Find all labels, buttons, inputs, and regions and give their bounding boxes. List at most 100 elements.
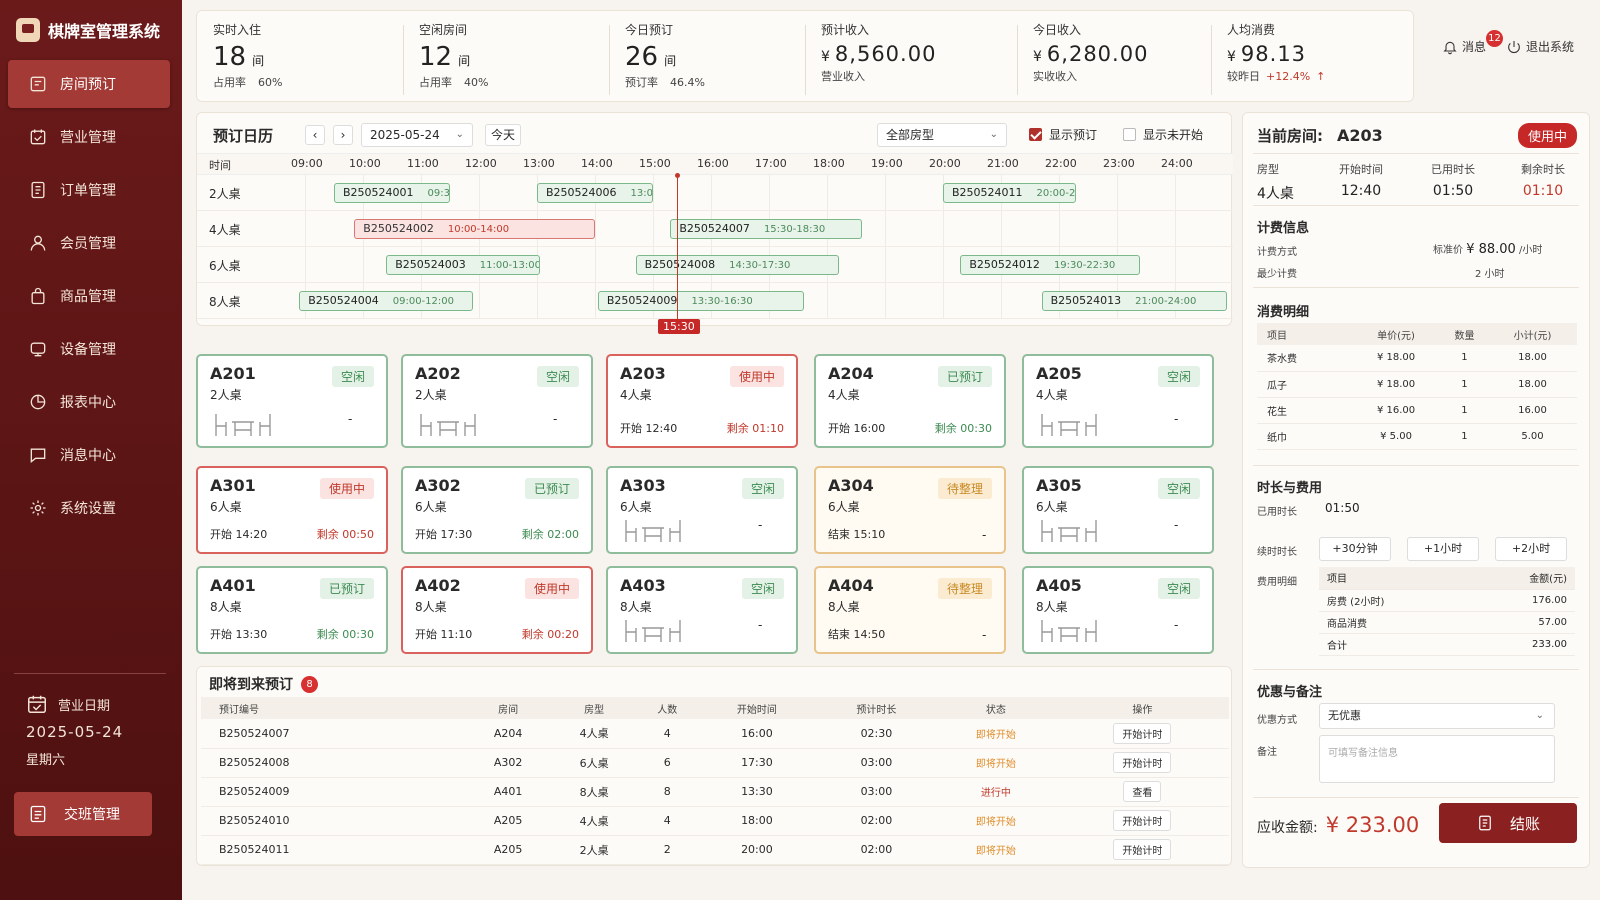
room-card[interactable]: A403 8人桌 空闲 - — [606, 566, 798, 654]
sidebar-item-7[interactable]: 消息中心 — [8, 431, 170, 479]
min-charge-label: 最少计费 — [1257, 269, 1297, 280]
hour-label: 15:00 — [639, 157, 671, 170]
sidebar-item-0[interactable]: 房间预订 — [8, 60, 170, 108]
booking-block[interactable]: B250524003 11:00-13:00 — [386, 255, 540, 275]
room-card[interactable]: A202 2人桌 空闲 - — [401, 354, 593, 448]
booking-time: 13:30-16:30 — [691, 296, 753, 307]
column-header: 金额(元) — [1466, 567, 1575, 590]
room-type-select[interactable]: 全部房型 ⌄ — [877, 123, 1007, 147]
order-icon — [28, 180, 48, 200]
room-name: A401 — [210, 576, 256, 595]
room-card[interactable]: A305 6人桌 空闲 - — [1022, 466, 1214, 554]
bell-icon — [1443, 41, 1457, 54]
booking-time: 14:30-17:30 — [729, 260, 791, 271]
row-action-button[interactable]: 开始计时 — [1113, 839, 1172, 860]
logout-button[interactable]: 退出系统 — [1506, 38, 1574, 55]
room-card[interactable]: A404 8人桌 待整理 结束 14:50 - — [814, 566, 1006, 654]
table-chairs-icon — [212, 408, 274, 438]
gear-icon — [28, 498, 48, 518]
extend-1h-button[interactable]: +1小时 — [1407, 537, 1479, 561]
booking-block[interactable]: B250524009 13:30-16:30 — [597, 291, 804, 311]
extend-30min-button[interactable]: +30分钟 — [1319, 537, 1391, 561]
show-unstarted-checkbox[interactable]: 显示未开始 — [1123, 126, 1203, 143]
table-cell: 8人桌 — [550, 777, 638, 807]
sidebar-item-1[interactable]: 营业管理 — [8, 113, 170, 161]
booking-block[interactable]: B250524007 15:30-18:30 — [670, 219, 862, 239]
next-day-button[interactable]: › — [333, 125, 353, 145]
booking-block[interactable]: B250524012 19:30-22:30 — [960, 255, 1141, 275]
messages-button[interactable]: 消息 12 — [1442, 30, 1503, 55]
checkout-button[interactable]: 结账 — [1439, 803, 1577, 843]
booking-block[interactable]: B250524008 14:30-17:30 — [635, 255, 839, 275]
row-action-button[interactable]: 开始计时 — [1113, 810, 1172, 831]
stat-divider — [1017, 25, 1018, 95]
room-card[interactable]: A302 6人桌 已预订 开始 17:30 剩余 02:00 — [401, 466, 593, 554]
sidebar-item-3[interactable]: 会员管理 — [8, 219, 170, 267]
table-cell: 1 — [1440, 397, 1488, 424]
booking-block[interactable]: B250524011 20:00-22:00 — [943, 183, 1077, 203]
room-status: 使用中 — [524, 578, 579, 599]
amount-due: 应收金额: ¥ 233.00 — [1257, 813, 1419, 837]
sidebar-item-5[interactable]: 设备管理 — [8, 325, 170, 373]
column-header: 预计时长 — [816, 697, 937, 719]
room-card[interactable]: A405 8人桌 空闲 - — [1022, 566, 1214, 654]
stat-sub-label: 占用率 — [213, 76, 246, 89]
table-header-row: 预订编号 房间 房型 人数 开始时间 预计时长 状态 操作 — [201, 697, 1229, 719]
billing-title: 计费信息 — [1257, 221, 1310, 236]
stat-3: 预计收入 ¥8,560.00 营业收入 — [821, 21, 936, 84]
room-card[interactable]: A204 4人桌 已预订 开始 16:00 剩余 00:30 — [814, 354, 1006, 448]
sidebar-item-label: 商品管理 — [60, 289, 116, 305]
discount-select[interactable]: 无优惠 ⌄ — [1319, 703, 1555, 729]
table-cell: 商品消费 — [1319, 611, 1467, 634]
date-picker[interactable]: 2025-05-24 ⌄ — [361, 123, 473, 147]
show-booked-checkbox[interactable]: 显示预订 — [1029, 126, 1097, 143]
table-cell: B250524010 — [201, 806, 466, 836]
row-action-button[interactable]: 开始计时 — [1113, 722, 1172, 744]
discount-value: 无优惠 — [1328, 709, 1361, 722]
room-dash: - — [758, 518, 763, 532]
room-card[interactable]: A301 6人桌 使用中 开始 14:20 剩余 00:50 — [196, 466, 388, 554]
stat-sub: 营业收入 — [821, 68, 936, 84]
today-button[interactable]: 今天 — [485, 124, 521, 146]
booking-block[interactable]: B250524001 09:30-11:30 — [334, 183, 450, 203]
sidebar-item-4[interactable]: 商品管理 — [8, 272, 170, 320]
room-dash: - — [1174, 412, 1179, 426]
prev-day-button[interactable]: ‹ — [305, 125, 325, 145]
table-cell: B250524011 — [201, 835, 466, 865]
room-card[interactable]: A401 8人桌 已预订 开始 13:30 剩余 00:30 — [196, 566, 388, 654]
room-dash: - — [1174, 518, 1179, 532]
kv-label: 开始时间 — [1339, 163, 1383, 176]
row-action-button[interactable]: 查看 — [1123, 781, 1162, 802]
business-date-value: 2025-05-24 — [26, 723, 124, 741]
sidebar-item-8[interactable]: 系统设置 — [8, 484, 170, 532]
stat-value: ¥6,280.00 — [1033, 42, 1148, 66]
extend-2h-button[interactable]: +2小时 — [1495, 537, 1567, 561]
room-card[interactable]: A201 2人桌 空闲 - — [196, 354, 388, 448]
room-card[interactable]: A402 8人桌 使用中 开始 11:10 剩余 00:20 — [401, 566, 593, 654]
sidebar-item-6[interactable]: 报表中心 — [8, 378, 170, 426]
booking-block[interactable]: B250524004 09:00-12:00 — [299, 291, 474, 311]
stat-number: 98.13 — [1240, 42, 1307, 66]
chevron-right-icon: › — [340, 128, 346, 142]
room-card[interactable]: A203 4人桌 使用中 开始 12:40 剩余 01:10 — [606, 354, 798, 448]
room-type: 6人桌 — [415, 500, 447, 514]
sidebar-item-2[interactable]: 订单管理 — [8, 166, 170, 214]
room-type: 4人桌 — [1036, 388, 1068, 402]
room-card[interactable]: A304 6人桌 待整理 结束 15:10 - — [814, 466, 1006, 554]
room-card[interactable]: A303 6人桌 空闲 - — [606, 466, 798, 554]
room-card[interactable]: A205 4人桌 空闲 - — [1022, 354, 1214, 448]
booking-block[interactable]: B250524002 10:00-14:00 — [354, 219, 595, 239]
room-status: 已预订 — [319, 578, 374, 599]
room-status: 空闲 — [536, 366, 579, 387]
stat-unit: 间 — [664, 54, 677, 68]
shift-management-button[interactable]: 交班管理 — [14, 792, 152, 836]
stat-currency: ¥ — [1033, 49, 1043, 65]
booking-time: 15:30-18:30 — [763, 224, 826, 235]
stat-currency: ¥ — [1227, 49, 1237, 65]
booking-block[interactable]: B250524006 13:00-15:00 — [537, 183, 653, 203]
booking-block[interactable]: B250524013 21:00-24:00 — [1041, 291, 1228, 311]
note-input[interactable]: 可填写备注信息 — [1319, 735, 1555, 783]
row-action-button[interactable]: 开始计时 — [1113, 752, 1172, 773]
room-type: 8人桌 — [415, 600, 447, 614]
upcoming-table: 预订编号 房间 房型 人数 开始时间 预计时长 状态 操作 B250524007 A204 4人桌 4… — [201, 697, 1229, 865]
